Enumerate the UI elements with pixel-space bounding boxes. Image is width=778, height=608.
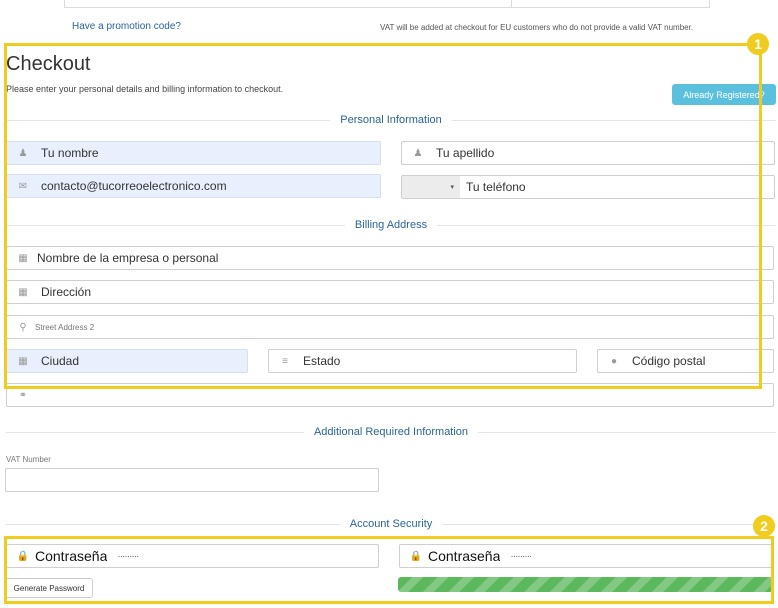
user-icon: ♟	[413, 147, 423, 159]
state-value: Estado	[303, 354, 341, 368]
map-marker-icon: ⚲	[19, 321, 27, 333]
email-field[interactable]: ✉ contacto@tucorreoelectronico.com	[6, 174, 381, 198]
postcode-icon: ●	[610, 355, 618, 367]
step-badge-2: 2	[753, 515, 775, 537]
country-field[interactable]: ⚭	[6, 383, 774, 407]
already-registered-button[interactable]: Already Registered?	[672, 84, 776, 105]
phone-field[interactable]: ▾ Tu teléfono	[401, 175, 775, 199]
postcode-field[interactable]: ● Código postal	[597, 349, 774, 373]
vat-number-input[interactable]	[5, 468, 379, 492]
envelope-icon: ✉	[18, 180, 28, 192]
city-field[interactable]: ▦ Ciudad	[6, 349, 248, 373]
confirm-password-label: Contraseña	[428, 548, 501, 564]
address-line-1-value: Dirección	[41, 285, 92, 299]
personal-information-divider: Personal Information	[6, 112, 776, 128]
first-name-field[interactable]: ♟ Tu nombre	[6, 141, 381, 165]
address-line-1-field[interactable]: ▦ Dirección	[6, 280, 774, 304]
building-icon: ▦	[18, 355, 28, 367]
company-name-field[interactable]: ▦ Nombre de la empresa o personal	[6, 246, 774, 270]
email-value: contacto@tucorreoelectronico.com	[41, 179, 227, 193]
chevron-down-icon: ▾	[450, 184, 454, 191]
personal-information-heading: Personal Information	[340, 114, 442, 126]
country-code-dropdown[interactable]: ▾	[402, 176, 460, 198]
globe-icon: ⚭	[18, 389, 28, 401]
lock-icon: 🔒	[409, 550, 423, 562]
account-security-heading: Account Security	[349, 518, 433, 530]
last-name-field[interactable]: ♟ Tu apellido	[401, 141, 775, 165]
password-dots: ·········	[117, 550, 139, 562]
additional-information-heading: Additional Required Information	[313, 426, 469, 438]
building-icon: ▦	[18, 286, 28, 298]
phone-value: Tu teléfono	[466, 180, 526, 194]
confirm-password-field[interactable]: 🔒 Contraseña ·········	[399, 544, 774, 568]
last-name-value: Tu apellido	[436, 146, 495, 160]
postcode-value: Código postal	[632, 354, 706, 368]
first-name-value: Tu nombre	[41, 146, 99, 160]
user-icon: ♟	[18, 147, 28, 159]
company-name-value: Nombre de la empresa o personal	[37, 251, 219, 265]
lock-icon: 🔒	[16, 550, 30, 562]
billing-address-heading: Billing Address	[354, 219, 428, 231]
promotion-code-link[interactable]: Have a promotion code?	[72, 21, 181, 32]
vat-number-label: VAT Number	[6, 455, 51, 464]
vat-note: VAT will be added at checkout for EU cus…	[380, 23, 694, 32]
confirm-password-dots: ·········	[510, 550, 532, 562]
address-line-2-field[interactable]: ⚲ Street Address 2	[6, 315, 774, 339]
account-security-divider: Account Security	[6, 516, 777, 532]
generate-password-button[interactable]: Generate Password	[5, 578, 93, 598]
password-field[interactable]: 🔒 Contraseña ·········	[6, 544, 379, 568]
previous-panel-left	[64, 0, 512, 8]
state-icon: ≡	[282, 355, 288, 367]
step-badge-1: 1	[747, 33, 769, 55]
password-label: Contraseña	[35, 548, 108, 564]
additional-information-divider: Additional Required Information	[6, 424, 776, 440]
billing-address-divider: Billing Address	[6, 217, 776, 233]
previous-panel-right	[512, 0, 710, 8]
city-value: Ciudad	[41, 354, 80, 368]
address-line-2-placeholder: Street Address 2	[35, 322, 95, 332]
state-field[interactable]: ≡ Estado	[268, 349, 577, 373]
page-subtitle: Please enter your personal details and b…	[6, 84, 284, 94]
page-title: Checkout	[6, 53, 91, 75]
building-icon: ▦	[18, 252, 28, 264]
password-strength-bar	[398, 577, 773, 592]
